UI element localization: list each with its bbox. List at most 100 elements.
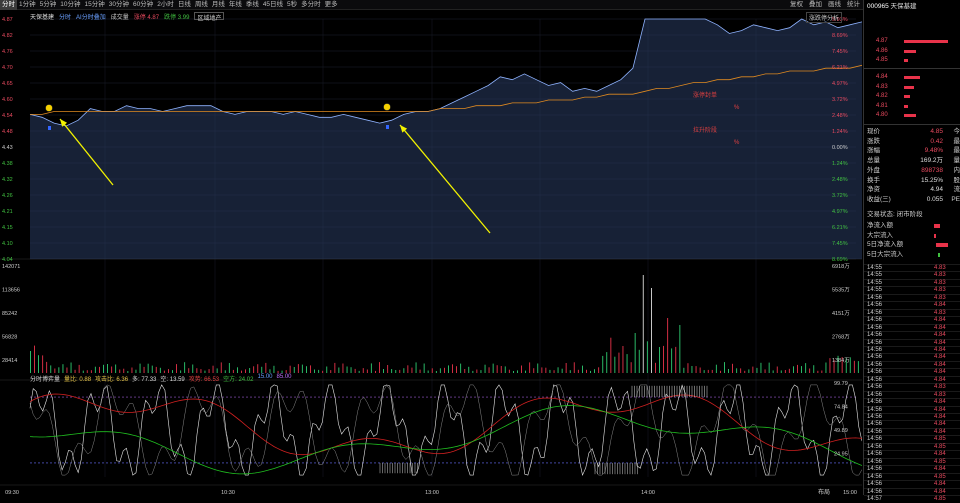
volume-bar [562,369,563,373]
indicator-header: 分时博弈量 量比: 0.88攻击比: 6.36多: 77.33空: 13.59攻… [30,374,292,382]
volume-bar [310,365,311,373]
tab-ai-overlay[interactable]: AI分时叠加 [76,12,106,20]
volume-bar [330,370,331,373]
tick-row: 14:564.84 [864,420,960,428]
price-tick-label: 4.65 [2,81,13,87]
volume-bar [456,366,457,373]
volume-bar [217,368,218,373]
volume-bar [724,362,725,373]
chart-annotation: 涨停封单 [693,91,717,99]
toolbar-button[interactable]: 画线 [825,0,844,10]
volume-bar [391,369,392,373]
volume-bar [598,367,599,373]
volume-bar [140,364,141,373]
volume-bar [383,369,384,373]
volume-bar [286,370,287,373]
indicator-value: 量比: 0.88 [64,374,91,382]
sector-button[interactable]: 区域地产 [194,12,224,20]
volume-bar [761,363,762,373]
volume-bar [225,370,226,373]
stock-code: 000965 [867,3,889,10]
price-tick-label: 4.82 [2,33,13,39]
volume-bar [274,366,275,373]
indicator-tick-label: 49.89 [834,428,848,434]
tick-row: 14:564.84 [864,353,960,361]
volume-bar [50,365,51,373]
buy-signal-icon [386,125,389,129]
percent-tick-label: 0.00% [832,145,848,151]
ask-volume-bar [904,59,908,62]
signal-marker-icon[interactable] [46,105,53,112]
volume-bar [99,367,100,373]
flow-label: 5日大宗流入 [867,250,903,260]
volume-bar [659,347,660,373]
timeframe-tab[interactable]: 多分时 [299,0,323,10]
stat-label-2: 流 [954,185,960,195]
intraday-chart[interactable]: 涨停封单拉升阶段%%4.874.824.764.704.654.604.544.… [0,11,862,495]
toolbar-button[interactable]: 叠加 [806,0,825,10]
volume-bar [797,365,798,373]
quote-title: 000965 天保基建 [864,0,960,14]
volume-bar [160,368,161,373]
volume-bar [196,368,197,373]
tab-volume[interactable]: 成交量 [111,12,129,20]
timeframe-tab[interactable]: 2小时 [155,0,176,10]
flow-bar [934,224,940,228]
volume-bar [692,366,693,373]
volume-bar [570,370,571,373]
stat-label: 外盘 [867,166,880,176]
volume-bar [667,318,668,373]
stat-row: 收益(三)0.055PE [864,195,960,205]
timeframe-tab[interactable]: 15分钟 [82,0,106,10]
tick-row: 14:554.83 [864,271,960,279]
volume-bar [773,370,774,373]
volume-bar [420,370,421,373]
volume-bar [322,371,323,373]
volume-bar [708,370,709,373]
timeframe-tab[interactable]: 日线 [176,0,193,10]
bull-line [30,385,862,475]
volume-bar [712,370,713,373]
toolbar-button[interactable]: 统计 [844,0,863,10]
timeframe-tab[interactable]: 月线 [210,0,227,10]
timeframe-tab[interactable]: 1分钟 [17,0,38,10]
limit-analysis-button[interactable]: 涨跌停分析 [806,12,842,23]
timeframe-tab[interactable]: 5秒 [285,0,299,10]
attack-line [30,394,862,455]
volume-bar [103,365,104,373]
volume-bar [594,369,595,373]
volume-bar [464,369,465,373]
ask-price: 4.86 [876,47,888,56]
timeframe-tab[interactable]: 10分钟 [58,0,82,10]
timeframe-tab[interactable]: 45日线 [261,0,285,10]
volume-bar [619,353,620,373]
indicator-name[interactable]: 分时博弈量 [30,374,60,382]
ask-price: 4.85 [876,56,888,65]
volume-bar [403,368,404,373]
stat-value: 9.48% [925,146,943,156]
timeframe-tab[interactable]: 更多 [323,0,340,10]
timeframe-tab[interactable]: 周线 [193,0,210,10]
signal-marker-icon[interactable] [384,104,391,111]
volume-bar [545,368,546,373]
volume-bar [132,368,133,374]
stock-name: 天保基建 [30,12,54,20]
tick-row: 14:564.84 [864,480,960,488]
intraday-chart-area[interactable]: 涨停封单拉升阶段%%4.874.824.764.704.654.604.544.… [0,11,862,495]
timeframe-tab[interactable]: 季线 [244,0,261,10]
timeframe-tab[interactable]: 5分钟 [38,0,59,10]
volume-bar [789,369,790,373]
trade-status: 交易状态: 闭市阶段 [867,210,960,220]
toolbar-button[interactable]: 复权 [787,0,806,10]
tab-intraday[interactable]: 分时 [59,12,71,20]
time-tick-label: 14:00 [641,490,655,495]
flow-label: 净流入额 [867,221,893,231]
volume-bar [367,370,368,374]
timeframe-tab[interactable]: 年线 [227,0,244,10]
volume-bar [334,363,335,373]
timeframe-tab[interactable]: 60分钟 [131,0,155,10]
timeframe-tab[interactable]: 分时 [0,0,17,10]
timeframe-tab[interactable]: 30分钟 [107,0,131,10]
volume-bar [757,368,758,373]
volume-bar [375,371,376,373]
